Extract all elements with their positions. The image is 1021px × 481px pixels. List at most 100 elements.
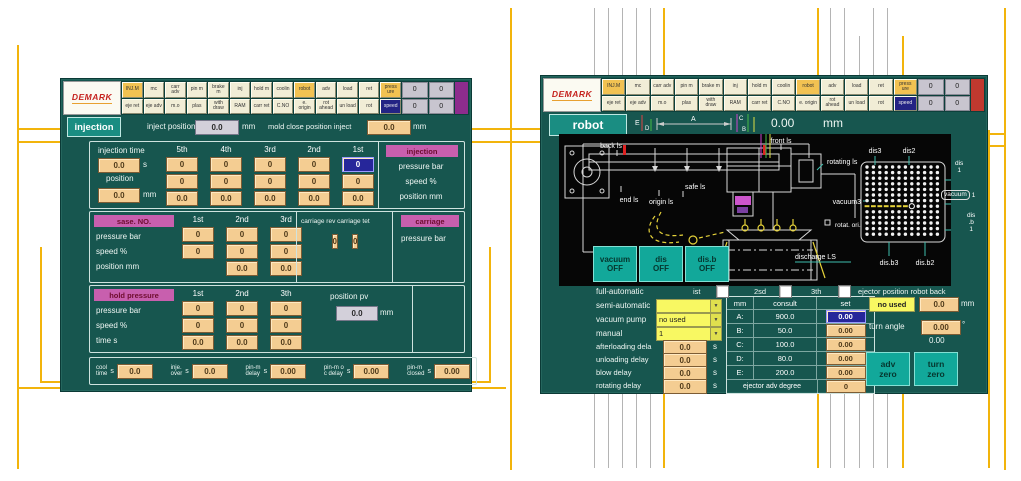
set-value[interactable]: 0.00: [826, 366, 866, 379]
value-box[interactable]: 0: [182, 244, 214, 259]
header-button[interactable]: carr adv: [165, 82, 186, 98]
header-button[interactable]: carr ret: [748, 96, 771, 112]
value-box[interactable]: 0.0: [270, 335, 302, 350]
header-button[interactable]: un load: [337, 99, 358, 115]
header-button[interactable]: rot: [359, 99, 380, 115]
header-button[interactable]: load: [337, 82, 358, 98]
value-box[interactable]: 0: [298, 157, 330, 172]
adv-zero-button[interactable]: adv zero: [866, 352, 910, 386]
header-button[interactable]: rot ahead: [821, 96, 844, 112]
header-button[interactable]: eje ret: [122, 99, 143, 115]
header-button[interactable]: ret: [869, 79, 892, 95]
value-box[interactable]: 0.0: [226, 261, 258, 276]
header-button[interactable]: carr adv: [651, 79, 674, 95]
header-button[interactable]: inj: [724, 79, 747, 95]
value-box[interactable]: 0: [182, 318, 214, 333]
header-button[interactable]: eje adv: [144, 99, 165, 115]
header-button[interactable]: load: [845, 79, 868, 95]
header-button[interactable]: press ure: [380, 82, 401, 98]
header-button[interactable]: mc: [144, 82, 165, 98]
turn-zero-button[interactable]: turn zero: [914, 352, 958, 386]
value-box[interactable]: 0: [226, 301, 258, 316]
set-value[interactable]: 0.00: [826, 352, 866, 365]
position-value[interactable]: 0.0: [98, 188, 140, 203]
value-box[interactable]: 0: [254, 174, 286, 189]
value-box[interactable]: 0.0: [166, 191, 198, 206]
value-box[interactable]: 0.0: [298, 191, 330, 206]
value-box[interactable]: 0: [182, 227, 214, 242]
value-box[interactable]: 0: [342, 157, 374, 172]
header-button[interactable]: speed: [380, 99, 401, 115]
value-box[interactable]: 0: [166, 174, 198, 189]
dis-toggle-button[interactable]: disOFF: [639, 246, 683, 282]
set-value[interactable]: 0.00: [826, 310, 866, 323]
header-button[interactable]: m.o: [165, 99, 186, 115]
header-button[interactable]: hold m: [251, 82, 272, 98]
header-button[interactable]: adv: [821, 79, 844, 95]
header-button[interactable]: press ure: [894, 79, 917, 95]
vacuum-pump-dropdown[interactable]: no used ▼: [656, 313, 722, 327]
header-button[interactable]: coolin: [273, 82, 294, 98]
value-box[interactable]: 0.00: [353, 364, 389, 379]
chevron-down-icon[interactable]: ▼: [710, 300, 721, 312]
set-value[interactable]: 0.00: [826, 324, 866, 337]
stage-checkbox[interactable]: [716, 285, 729, 298]
manual-dropdown[interactable]: 1 ▼: [656, 327, 722, 341]
header-button[interactable]: carr ret: [251, 99, 272, 115]
value-box[interactable]: 0.0: [254, 191, 286, 206]
value-box[interactable]: 0.0: [117, 364, 153, 379]
header-button[interactable]: RAM: [230, 99, 251, 115]
header-button[interactable]: brake m: [699, 79, 722, 95]
header-button[interactable]: m.o: [651, 96, 674, 112]
value-box[interactable]: 0: [254, 157, 286, 172]
header-button[interactable]: with draw: [208, 99, 229, 115]
header-button[interactable]: INJ.M: [602, 79, 625, 95]
turn-angle-value[interactable]: 0.00: [921, 320, 961, 335]
dis-b-toggle-button[interactable]: dis.bOFF: [685, 246, 729, 282]
header-button[interactable]: rot ahead: [316, 99, 337, 115]
no-used-button[interactable]: no used: [869, 297, 915, 312]
header-button[interactable]: C.NO: [772, 96, 795, 112]
header-button[interactable]: brake m: [208, 82, 229, 98]
value-box[interactable]: 0: [226, 227, 258, 242]
mold-close-value[interactable]: 0.0: [367, 120, 411, 135]
value-box[interactable]: 0.0: [210, 191, 242, 206]
header-button[interactable]: INJ.M: [122, 82, 143, 98]
header-button[interactable]: hold m: [748, 79, 771, 95]
header-button[interactable]: plas: [675, 96, 698, 112]
header-button[interactable]: e. origin: [796, 96, 819, 112]
stage-checkbox[interactable]: [838, 285, 851, 298]
value-box[interactable]: 0: [352, 234, 358, 249]
stage-checkbox[interactable]: [779, 285, 792, 298]
value-box[interactable]: 0: [182, 301, 214, 316]
page-nav-cell[interactable]: [455, 82, 468, 114]
value-box[interactable]: 0.0: [342, 191, 374, 206]
value-box[interactable]: 0: [210, 174, 242, 189]
vacuum-toggle-button[interactable]: vacuumOFF: [593, 246, 637, 282]
header-button[interactable]: eje ret: [602, 96, 625, 112]
value-box[interactable]: 0: [342, 174, 374, 189]
header-button[interactable]: pin m: [675, 79, 698, 95]
ejector-position-value[interactable]: 0.0: [919, 297, 959, 312]
header-button[interactable]: e. origin: [294, 99, 315, 115]
header-button[interactable]: rot: [869, 96, 892, 112]
header-button[interactable]: ret: [359, 82, 380, 98]
value-box[interactable]: 0: [270, 301, 302, 316]
header-button[interactable]: robot: [294, 82, 315, 98]
delay-value[interactable]: 0.0: [663, 379, 707, 394]
value-box[interactable]: 0: [226, 318, 258, 333]
header-button[interactable]: RAM: [724, 96, 747, 112]
value-box[interactable]: 0.00: [434, 364, 470, 379]
value-box[interactable]: 0: [210, 157, 242, 172]
value-box[interactable]: 0: [166, 157, 198, 172]
value-box[interactable]: 0: [298, 174, 330, 189]
page-nav-cell[interactable]: [971, 79, 984, 111]
value-box[interactable]: 0.0: [192, 364, 228, 379]
footer-value[interactable]: 0: [826, 380, 866, 393]
value-box[interactable]: 0: [270, 318, 302, 333]
value-box[interactable]: 0: [226, 244, 258, 259]
chevron-down-icon[interactable]: ▼: [710, 314, 721, 326]
screen-title-robot[interactable]: robot: [549, 114, 627, 136]
header-button[interactable]: adv: [316, 82, 337, 98]
header-button[interactable]: robot: [796, 79, 819, 95]
